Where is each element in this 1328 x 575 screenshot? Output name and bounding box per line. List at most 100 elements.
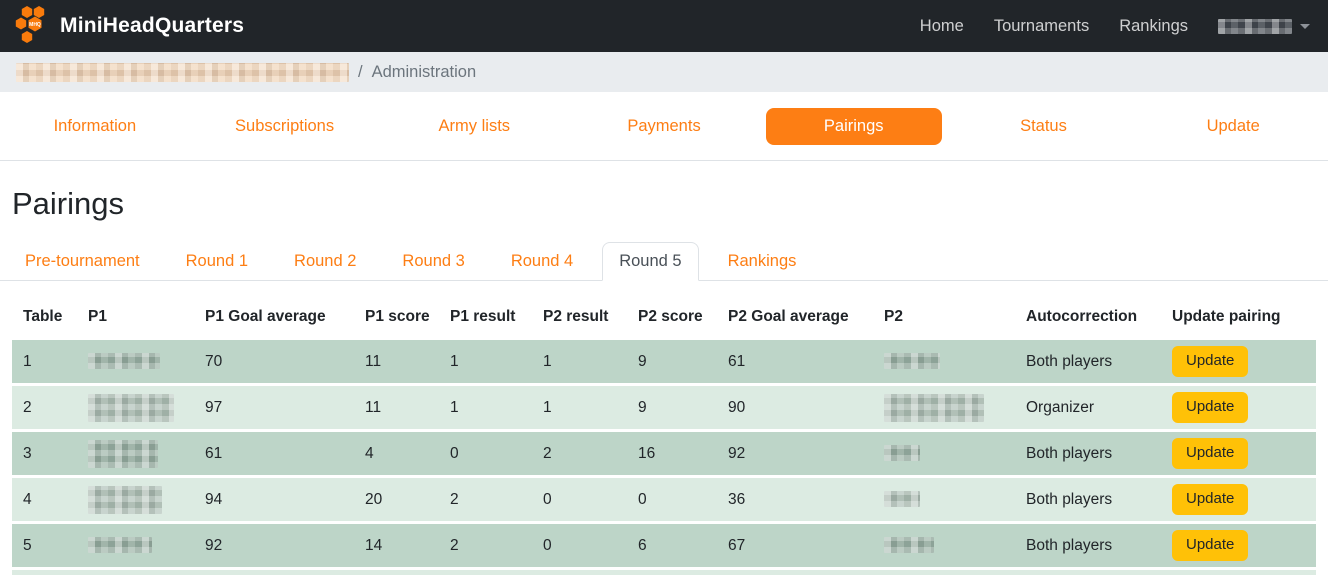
p1-name-redacted xyxy=(88,394,174,422)
tab-round-3[interactable]: Round 3 xyxy=(379,242,487,280)
breadcrumb-tournament-redacted[interactable] xyxy=(16,63,349,82)
cell-autocorrection: Both players xyxy=(1015,523,1161,569)
cell-p2-result: 1 xyxy=(532,385,627,431)
cell-p2-score: 6 xyxy=(627,523,717,569)
cell-p2-score: 9 xyxy=(627,385,717,431)
table-row: 5 92 14 2 0 6 67 Both players Update xyxy=(12,523,1316,569)
cell-p1-score: 11 xyxy=(354,385,439,431)
admin-tab-bar: Information Subscriptions Army lists Pay… xyxy=(0,92,1328,161)
tab-status[interactable]: Status xyxy=(949,108,1139,145)
cell-p1-score: 4 xyxy=(354,431,439,477)
col-update-pairing: Update pairing xyxy=(1161,295,1316,339)
p1-name-redacted xyxy=(88,537,152,553)
nav-home[interactable]: Home xyxy=(920,17,964,36)
p2-name-redacted xyxy=(884,394,984,422)
table-header-row: Table P1 P1 Goal average P1 score P1 res… xyxy=(12,295,1316,339)
col-p2: P2 xyxy=(873,295,1015,339)
cell-autocorrection: Both players xyxy=(1015,339,1161,385)
pairings-table: Table P1 P1 Goal average P1 score P1 res… xyxy=(12,295,1316,575)
update-pairing-button[interactable]: Update xyxy=(1172,484,1248,515)
tab-round-5[interactable]: Round 5 xyxy=(596,242,704,280)
p2-name-redacted xyxy=(884,491,920,507)
tab-payments[interactable]: Payments xyxy=(569,108,759,145)
cell-p2-goal-average: 36 xyxy=(717,477,873,523)
breadcrumb: / Administration xyxy=(0,52,1328,92)
p2-name-redacted xyxy=(884,537,934,553)
table-row-partial xyxy=(12,569,1316,575)
update-pairing-button[interactable]: Update xyxy=(1172,392,1248,423)
cell-table: 4 xyxy=(12,477,77,523)
cell-p1-score: 14 xyxy=(354,523,439,569)
cell-table: 1 xyxy=(12,339,77,385)
round-tab-bar: Pre-tournament Round 1 Round 2 Round 3 R… xyxy=(0,242,1328,281)
username-redacted xyxy=(1218,19,1292,34)
tab-rankings[interactable]: Rankings xyxy=(705,242,820,280)
breadcrumb-separator: / xyxy=(358,63,363,82)
cell-table: 3 xyxy=(12,431,77,477)
cell-p2-result: 2 xyxy=(532,431,627,477)
breadcrumb-current: Administration xyxy=(372,63,477,82)
col-p1-result: P1 result xyxy=(439,295,532,339)
col-p1-goal-average: P1 Goal average xyxy=(194,295,354,339)
update-pairing-button[interactable]: Update xyxy=(1172,530,1248,561)
nav-rankings[interactable]: Rankings xyxy=(1119,17,1188,36)
caret-down-icon xyxy=(1300,24,1310,29)
update-pairing-button[interactable]: Update xyxy=(1172,346,1248,377)
col-table: Table xyxy=(12,295,77,339)
cell-p1-result: 1 xyxy=(439,339,532,385)
cell-p1-result: 2 xyxy=(439,523,532,569)
svg-text:MHQ: MHQ xyxy=(29,22,41,28)
update-pairing-button[interactable]: Update xyxy=(1172,438,1248,469)
mhq-logo-icon: MHQ xyxy=(14,5,50,47)
page: MHQ MiniHeadQuarters Home Tournaments Ra… xyxy=(0,0,1328,575)
cell-p1-score: 11 xyxy=(354,339,439,385)
tab-update[interactable]: Update xyxy=(1138,108,1328,145)
user-dropdown[interactable] xyxy=(1218,19,1310,34)
cell-p1-result: 2 xyxy=(439,477,532,523)
tab-pre-tournament[interactable]: Pre-tournament xyxy=(2,242,163,280)
p1-name-redacted xyxy=(88,486,162,514)
page-title: Pairings xyxy=(0,186,1328,222)
cell-p2-result: 0 xyxy=(532,477,627,523)
col-p1: P1 xyxy=(77,295,194,339)
tab-subscriptions[interactable]: Subscriptions xyxy=(190,108,380,145)
cell-p2-goal-average: 61 xyxy=(717,339,873,385)
brand-link[interactable]: MHQ MiniHeadQuarters xyxy=(14,5,244,47)
tab-pairings[interactable]: Pairings xyxy=(759,108,949,145)
cell-p1-goal-average: 94 xyxy=(194,477,354,523)
p2-name-redacted xyxy=(884,445,920,461)
tab-army-lists[interactable]: Army lists xyxy=(379,108,569,145)
col-p1-score: P1 score xyxy=(354,295,439,339)
top-navbar: MHQ MiniHeadQuarters Home Tournaments Ra… xyxy=(0,0,1328,52)
cell-p2-score: 0 xyxy=(627,477,717,523)
cell-p1-result: 1 xyxy=(439,385,532,431)
cell-autocorrection: Both players xyxy=(1015,431,1161,477)
cell-p2-goal-average: 92 xyxy=(717,431,873,477)
p1-name-redacted xyxy=(88,440,158,468)
cell-p2-goal-average: 67 xyxy=(717,523,873,569)
cell-p2-score: 16 xyxy=(627,431,717,477)
p2-name-redacted xyxy=(884,353,940,369)
col-autocorrection: Autocorrection xyxy=(1015,295,1161,339)
nav-tournaments[interactable]: Tournaments xyxy=(994,17,1089,36)
col-p2-goal-average: P2 Goal average xyxy=(717,295,873,339)
cell-autocorrection: Both players xyxy=(1015,477,1161,523)
cell-p1-goal-average: 61 xyxy=(194,431,354,477)
table-row: 3 61 4 0 2 16 92 Both players Update xyxy=(12,431,1316,477)
p1-name-redacted xyxy=(88,353,160,369)
cell-table: 2 xyxy=(12,385,77,431)
col-p2-result: P2 result xyxy=(532,295,627,339)
cell-p1-goal-average: 92 xyxy=(194,523,354,569)
cell-p1-goal-average: 70 xyxy=(194,339,354,385)
cell-p1-goal-average: 97 xyxy=(194,385,354,431)
tab-information[interactable]: Information xyxy=(0,108,190,145)
table-row: 2 97 11 1 1 9 90 Organizer Update xyxy=(12,385,1316,431)
pairings-table-wrap: Table P1 P1 Goal average P1 score P1 res… xyxy=(0,281,1328,575)
tab-round-2[interactable]: Round 2 xyxy=(271,242,379,280)
cell-p2-result: 0 xyxy=(532,523,627,569)
cell-p1-result: 0 xyxy=(439,431,532,477)
tab-round-1[interactable]: Round 1 xyxy=(163,242,271,280)
cell-table: 5 xyxy=(12,523,77,569)
cell-p2-score: 9 xyxy=(627,339,717,385)
tab-round-4[interactable]: Round 4 xyxy=(488,242,596,280)
